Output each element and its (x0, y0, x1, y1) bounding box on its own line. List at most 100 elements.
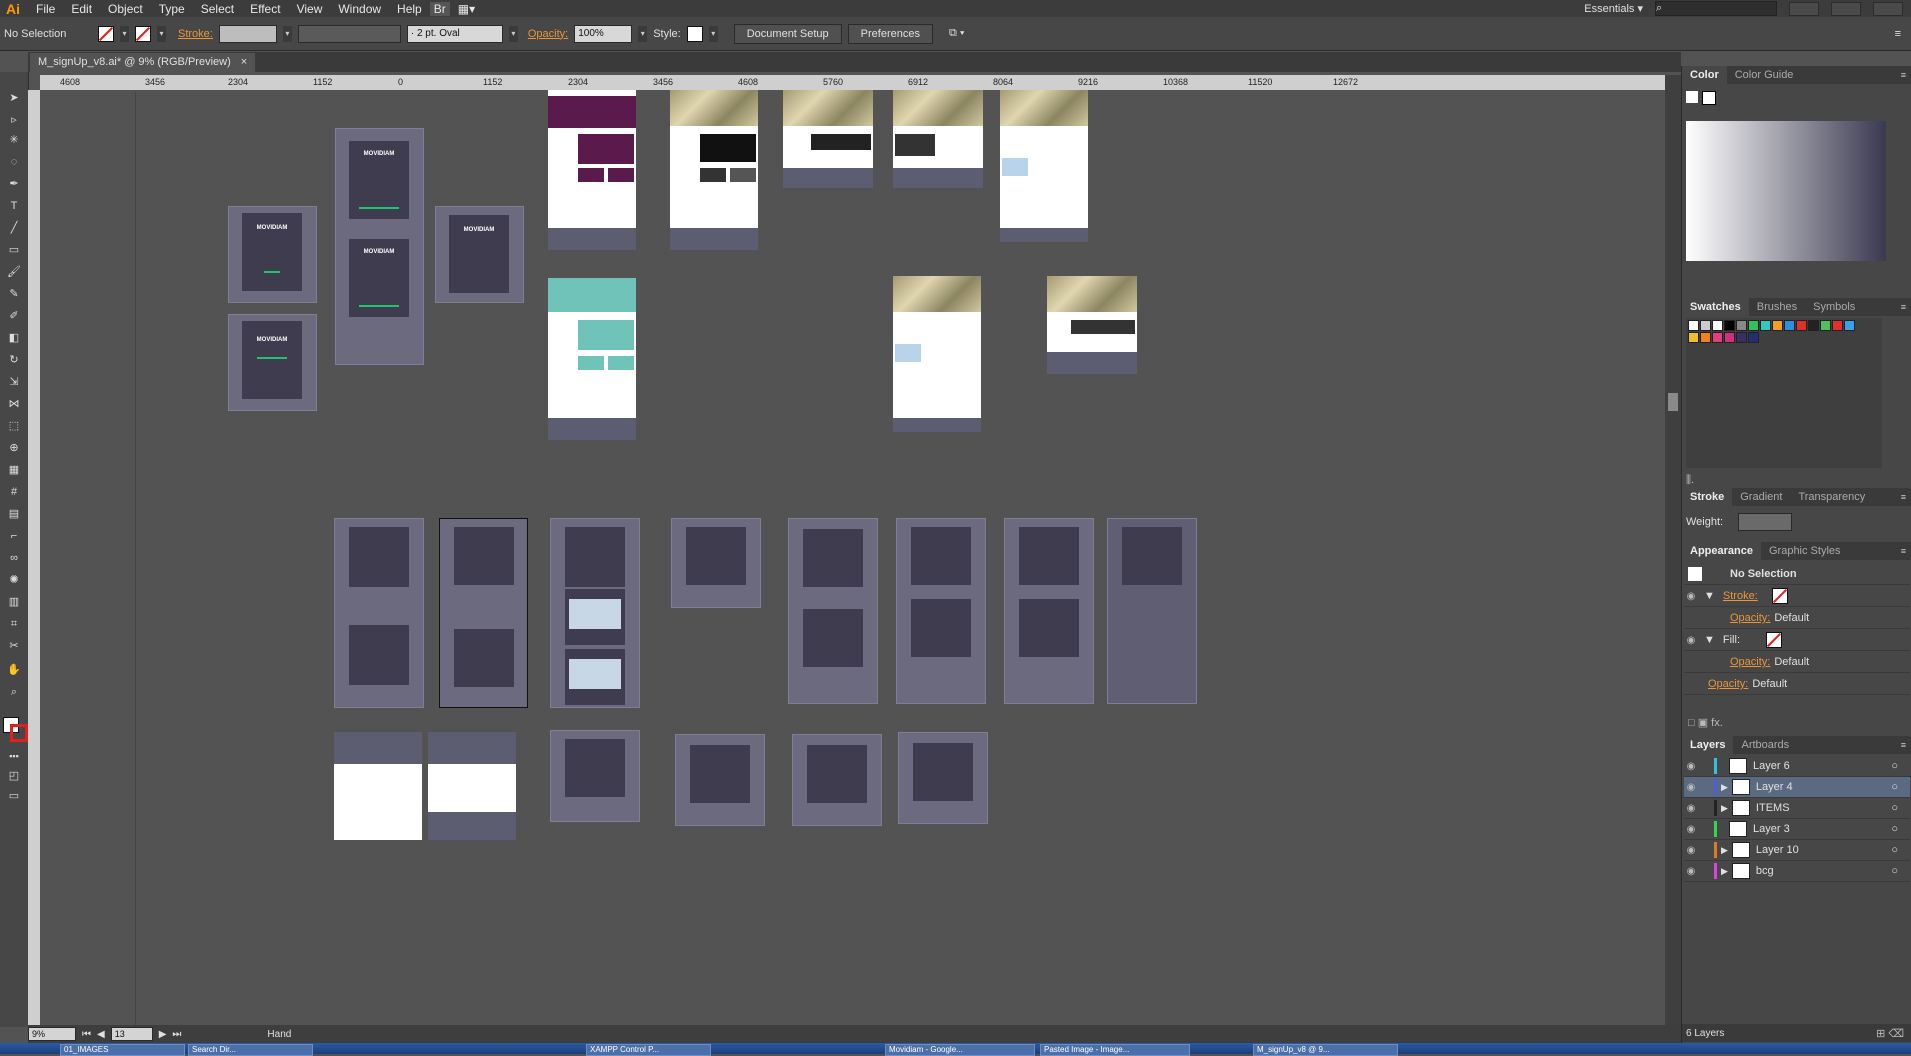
artboard[interactable] (1004, 518, 1094, 704)
appearance-object-opacity-row[interactable]: Opacity: Default (1684, 674, 1910, 695)
appearance-opacity-label[interactable]: Opacity: (1730, 612, 1770, 624)
target-circle-icon[interactable]: ○ (1891, 781, 1898, 793)
appearance-fill-row[interactable]: ◉ ▼ Fill: (1684, 630, 1910, 651)
control-panel-menu-icon[interactable]: ≡ (1895, 28, 1901, 40)
vertical-ruler[interactable] (28, 90, 40, 1025)
lasso-tool-icon[interactable]: ◌ (6, 154, 22, 170)
blob-brush-tool-icon[interactable]: ✐ (6, 308, 22, 324)
paintbrush-tool-icon[interactable]: 🖌 (6, 264, 22, 280)
appearance-stroke-swatch[interactable] (1771, 588, 1788, 604)
rectangle-tool-icon[interactable]: ▭ (6, 242, 22, 258)
artboard[interactable] (675, 734, 765, 826)
opacity-field[interactable]: 100% (574, 24, 633, 43)
previous-artboard-icon[interactable]: ◀ (97, 1029, 105, 1040)
swatch[interactable] (1832, 320, 1843, 331)
appearance-fill-opacity-row[interactable]: Opacity: Default (1684, 652, 1910, 673)
vertical-scrollbar[interactable] (1665, 75, 1681, 1025)
stroke-swatch[interactable] (135, 25, 151, 42)
bridge-icon[interactable]: Br (429, 1, 450, 16)
perspective-grid-tool-icon[interactable]: ▦ (6, 462, 22, 478)
pen-tool-icon[interactable]: ✒ (6, 176, 22, 192)
mesh-tool-icon[interactable]: # (6, 484, 22, 500)
color-mode-icons[interactable]: ▪▪▪ (6, 748, 22, 764)
symbol-sprayer-tool-icon[interactable]: ✺ (6, 572, 22, 588)
white-swatch[interactable] (1712, 320, 1723, 331)
stroke-weight-field[interactable] (218, 24, 277, 43)
artboard[interactable] (550, 730, 640, 822)
brush-definition-field[interactable]: · 2 pt. Oval (406, 24, 503, 43)
profile-page-mockup[interactable] (783, 90, 873, 188)
artboard[interactable] (550, 518, 640, 708)
email-page-mockup[interactable] (334, 732, 422, 840)
stroke-weight-dropdown-icon[interactable]: ▾ (282, 25, 292, 42)
target-circle-icon[interactable]: ○ (1891, 844, 1898, 856)
expand-arrow-icon[interactable]: ▼ (1704, 590, 1715, 602)
direct-selection-tool-icon[interactable]: ▹ (6, 112, 22, 128)
arrange-icon[interactable]: ⧉ ▾ (949, 27, 965, 40)
fill-swatch-icon[interactable] (1686, 91, 1698, 103)
add-new-stroke-icon[interactable]: □ ▣ fx. (1688, 716, 1723, 729)
horizontal-ruler[interactable]: 4608 3456 2304 1152 0 1152 2304 3456 460… (40, 75, 1665, 90)
stroke-dropdown-icon[interactable]: ▾ (157, 25, 166, 42)
profile-page-mockup[interactable] (893, 276, 981, 432)
swatch[interactable] (1796, 320, 1807, 331)
none-swatch[interactable] (1688, 320, 1699, 331)
layer-row[interactable]: ◉ Layer 3 ○ (1684, 819, 1910, 840)
minimize-button[interactable] (1789, 1, 1819, 16)
layer-row[interactable]: ◉ ▶ bcg ○ (1684, 861, 1910, 882)
visibility-eye-icon[interactable]: ◉ (1684, 591, 1698, 602)
menu-type[interactable]: Type (151, 2, 193, 16)
black-swatch[interactable] (1724, 320, 1735, 331)
profile-page-mockup[interactable] (670, 90, 758, 250)
profile-page-mockup[interactable] (548, 278, 636, 440)
swatch[interactable] (1784, 320, 1795, 331)
artboard-tool-icon[interactable]: ⌗ (6, 616, 22, 632)
next-artboard-icon[interactable]: ▶ (159, 1029, 167, 1040)
panel-menu-icon[interactable]: ≡ (1901, 546, 1906, 556)
preferences-button[interactable]: Preferences (847, 23, 933, 44)
variable-width-field[interactable] (297, 24, 401, 43)
close-tab-icon[interactable]: × (241, 53, 247, 72)
brush-dropdown-icon[interactable]: ▾ (508, 25, 518, 42)
stroke-label[interactable]: Stroke: (178, 28, 213, 40)
tab-color[interactable]: Color (1682, 66, 1727, 84)
new-layer-icon[interactable]: ⊞ ⌫ (1876, 1027, 1904, 1040)
swatch[interactable] (1724, 332, 1735, 343)
tab-layers[interactable]: Layers (1682, 736, 1734, 754)
tab-graphic-styles[interactable]: Graphic Styles (1761, 545, 1849, 557)
line-tool-icon[interactable]: ╱ (6, 220, 22, 236)
tab-gradient[interactable]: Gradient (1732, 491, 1790, 503)
blend-tool-icon[interactable]: ∞ (6, 550, 22, 566)
artboard-number-field[interactable]: 13 (110, 1027, 153, 1041)
profile-page-mockup[interactable] (893, 90, 983, 188)
swatch[interactable] (1712, 332, 1723, 343)
shape-builder-tool-icon[interactable]: ⊕ (6, 440, 22, 456)
expand-arrow-icon[interactable]: ▶ (1721, 866, 1728, 877)
maximize-button[interactable] (1831, 1, 1861, 16)
swatch[interactable] (1820, 320, 1831, 331)
panel-menu-icon[interactable]: ≡ (1901, 492, 1906, 502)
weight-field[interactable] (1738, 513, 1792, 531)
swatch[interactable] (1688, 332, 1699, 343)
taskbar-item[interactable]: Movidiam - Google... (885, 1044, 1035, 1056)
visibility-eye-icon[interactable]: ◉ (1684, 845, 1698, 856)
hand-tool-icon[interactable]: ✋ (6, 662, 22, 678)
profile-page-mockup[interactable] (1047, 276, 1137, 374)
column-graph-tool-icon[interactable]: ▥ (6, 594, 22, 610)
artboard[interactable] (792, 734, 882, 826)
eraser-tool-icon[interactable]: ◧ (6, 330, 22, 346)
tab-swatches[interactable]: Swatches (1682, 298, 1749, 316)
target-circle-icon[interactable]: ○ (1891, 760, 1898, 772)
artboard[interactable]: MOVIDIAM (435, 206, 524, 303)
fill-dropdown-icon[interactable]: ▾ (120, 25, 129, 42)
rotate-tool-icon[interactable]: ↻ (6, 352, 22, 368)
swatch[interactable] (1760, 320, 1771, 331)
opacity-label[interactable]: Opacity: (528, 28, 568, 40)
swatch[interactable] (1844, 320, 1855, 331)
tab-color-guide[interactable]: Color Guide (1727, 69, 1802, 81)
swatches-grid[interactable] (1686, 318, 1882, 468)
appearance-opacity-row[interactable]: Opacity: Default (1684, 608, 1910, 629)
expand-arrow-icon[interactable]: ▶ (1721, 803, 1728, 814)
menu-help[interactable]: Help (389, 2, 430, 16)
stroke-color-icon[interactable] (10, 724, 28, 742)
